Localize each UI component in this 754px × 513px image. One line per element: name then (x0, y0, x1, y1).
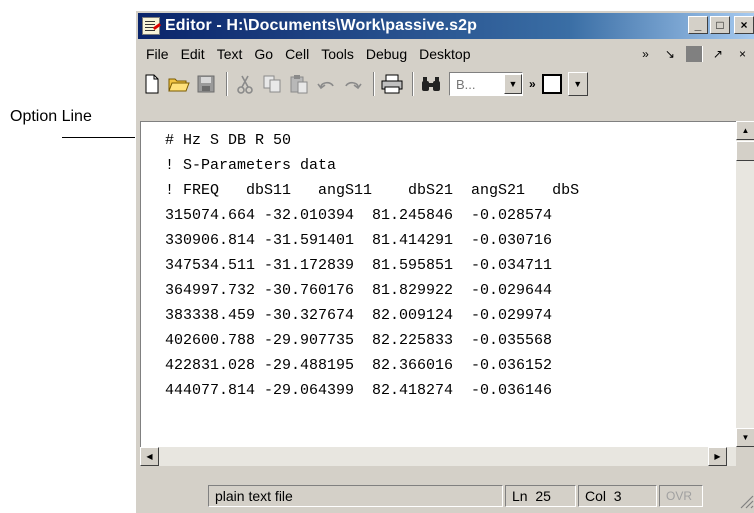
scroll-thumb[interactable] (736, 141, 754, 161)
menu-desktop[interactable]: Desktop (413, 46, 476, 62)
overwrite-status: OVR (659, 485, 703, 507)
menu-divider (685, 46, 702, 62)
option-line-callout-label: Option Line (10, 108, 92, 125)
scroll-left-icon[interactable]: ◀ (140, 447, 159, 466)
menu-file[interactable]: File (140, 46, 175, 62)
horizontal-scrollbar[interactable]: ◀ ▶ (140, 447, 736, 466)
menu-edit[interactable]: Edit (175, 46, 211, 62)
editor-line: ! FREQ dbS11 angS11 dbS21 angS21 dbS (165, 182, 580, 199)
window-controls: _ □ × (688, 16, 754, 34)
column-status: Col 3 (578, 485, 657, 507)
chevron-down-icon[interactable]: ▼ (567, 72, 588, 96)
save-icon[interactable] (194, 72, 218, 96)
redo-icon[interactable] (341, 72, 365, 96)
toolbar-separator (412, 72, 414, 96)
scroll-down-icon[interactable]: ▼ (736, 428, 754, 447)
scroll-right-icon[interactable]: ▶ (708, 447, 727, 466)
line-value: 25 (535, 488, 551, 504)
editor-line: 364997.732 -30.760176 81.829922 -0.02964… (165, 282, 553, 299)
copy-icon[interactable] (260, 72, 284, 96)
window-title: Editor - H:\Documents\Work\passive.s2p (165, 17, 478, 34)
menu-tools[interactable]: Tools (315, 46, 360, 62)
status-bar: plain text file Ln 25 Col 3 OVR (140, 483, 754, 509)
toolbar-separator (226, 72, 228, 96)
maximize-button[interactable]: □ (710, 16, 730, 34)
editor-line: 422831.028 -29.488195 82.366016 -0.03615… (165, 357, 553, 374)
open-folder-icon[interactable] (167, 72, 191, 96)
vertical-scrollbar[interactable]: ▲ ▼ (736, 121, 754, 447)
menu-close-icon[interactable]: × (731, 47, 754, 61)
editor-line: 315074.664 -32.010394 81.245846 -0.02857… (165, 207, 553, 224)
bookmark-combo[interactable]: B... ▼ (449, 72, 523, 96)
title-bar[interactable]: Editor - H:\Documents\Work\passive.s2p _… (138, 13, 754, 39)
toolbar-separator (373, 72, 375, 96)
menu-overflow-icon[interactable]: » (634, 47, 657, 61)
print-icon[interactable] (380, 72, 404, 96)
column-value: 3 (613, 488, 622, 504)
editor-line-option: # Hz S DB R 50 (165, 132, 292, 149)
line-label: Ln (512, 488, 528, 504)
menu-text[interactable]: Text (211, 46, 249, 62)
editor-line: 402600.788 -29.907735 82.225833 -0.03556… (165, 332, 553, 349)
new-file-icon[interactable] (140, 72, 164, 96)
close-button[interactable]: × (734, 16, 754, 34)
editor-line: 383338.459 -30.327674 82.009124 -0.02997… (165, 307, 553, 324)
editor-line: 444077.814 -29.064399 82.418274 -0.03614… (165, 382, 553, 399)
menu-go[interactable]: Go (248, 46, 279, 62)
editor-app-icon (142, 17, 160, 35)
cut-icon[interactable] (233, 72, 257, 96)
paste-icon[interactable] (287, 72, 311, 96)
undo-icon[interactable] (314, 72, 338, 96)
line-number-status: Ln 25 (505, 485, 576, 507)
find-icon[interactable] (419, 72, 443, 96)
dock-icon[interactable]: ↘ (657, 47, 683, 61)
bookmark-combo-value: B... (456, 76, 476, 92)
undock-icon[interactable]: ↗ (705, 47, 731, 61)
editor-window: Editor - H:\Documents\Work\passive.s2p _… (135, 10, 754, 513)
scroll-up-icon[interactable]: ▲ (736, 121, 754, 140)
toolbar: B... ▼ » ▼ (140, 69, 754, 99)
menu-bar: File Edit Text Go Cell Tools Debug Deskt… (140, 42, 754, 66)
menu-right-controls: » ↘ ↗ × (634, 42, 754, 66)
minimize-button[interactable]: _ (688, 16, 708, 34)
toolbar-overflow-icon[interactable]: » (529, 77, 536, 91)
editor-line: 347534.511 -31.172839 81.595851 -0.03471… (165, 257, 553, 274)
column-label: Col (585, 488, 607, 504)
editor-line: 330906.814 -31.591401 81.414291 -0.03071… (165, 232, 553, 249)
resize-grip-icon[interactable] (736, 491, 754, 509)
menu-debug[interactable]: Debug (360, 46, 413, 62)
menu-cell[interactable]: Cell (279, 46, 315, 62)
file-type-status: plain text file (208, 485, 503, 507)
editor-line: ! S-Parameters data (165, 157, 337, 174)
chevron-down-icon[interactable]: ▼ (504, 74, 522, 94)
text-editor-area[interactable]: # Hz S DB R 50 ! S-Parameters data ! FRE… (140, 121, 736, 447)
toolbar-checkbox[interactable] (541, 74, 562, 94)
